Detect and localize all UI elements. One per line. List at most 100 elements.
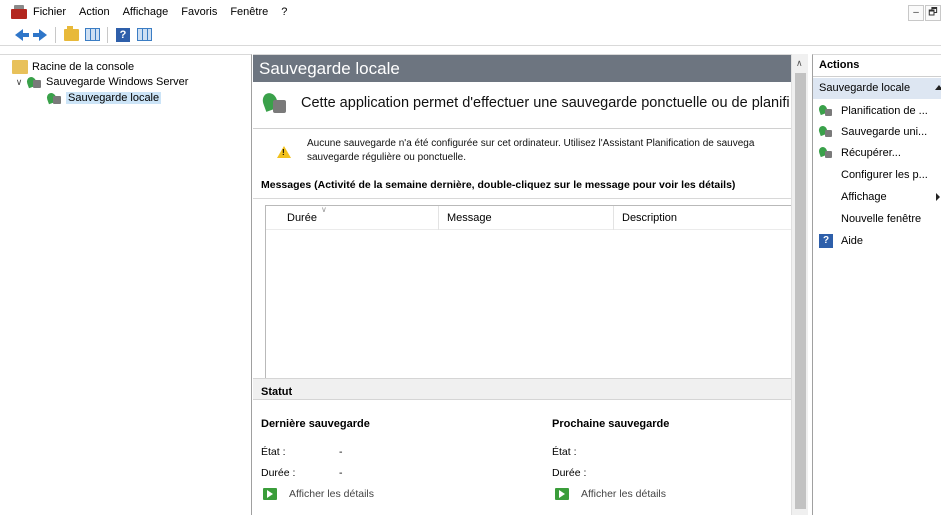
action-label: Affichage [841, 191, 887, 203]
warning-message: ! Aucune sauvegarde n'a été configurée s… [277, 138, 807, 168]
forward-button[interactable] [31, 26, 49, 44]
show-hide-action-pane-icon [136, 28, 152, 41]
submenu-arrow-icon [936, 193, 940, 201]
schedule-backup-icon [819, 104, 833, 118]
last-backup-view-details-link[interactable]: Afficher les détails [263, 488, 374, 500]
back-button[interactable] [10, 26, 29, 44]
column-resize-handle[interactable] [438, 206, 439, 230]
menu-action[interactable]: Action [79, 6, 110, 18]
status-section-title: Statut [261, 386, 293, 398]
tree-item-label: Racine de la console [32, 61, 135, 73]
restore-button[interactable]: 🗗 [925, 5, 941, 21]
folder-up-icon [63, 25, 79, 41]
menu-fichier[interactable]: Fichier [33, 6, 66, 18]
view-details-label: Afficher les détails [289, 488, 375, 500]
action-label: Planification de ... [841, 105, 928, 117]
column-header-duree[interactable]: Durée [287, 212, 317, 224]
last-backup-title: Dernière sauvegarde [261, 418, 370, 430]
tree-item-label: Sauvegarde Windows Server [46, 76, 189, 88]
windows-backup-icon [46, 91, 62, 105]
menu-bar: Fichier Action Affichage Favoris Fenêtre… [0, 0, 941, 24]
warning-icon: ! [277, 146, 291, 158]
action-configure-performance[interactable]: Configurer les p... [819, 167, 941, 183]
next-backup-state-label: État : [552, 446, 577, 458]
next-backup-panel: Prochaine sauvegarde État : Durée : Affi… [552, 413, 808, 513]
action-recover[interactable]: Récupérer... [819, 145, 941, 161]
folder-icon [12, 60, 28, 74]
next-backup-view-details-link[interactable]: Afficher les détails [555, 488, 666, 500]
status-section-band [253, 378, 808, 400]
messages-section-title: Messages (Activité de la semaine dernièr… [261, 179, 736, 191]
menu-favoris[interactable]: Favoris [181, 6, 217, 18]
windows-backup-icon [261, 90, 287, 116]
menu-affichage[interactable]: Affichage [123, 6, 169, 18]
chevron-down-icon[interactable]: ∨ [14, 77, 24, 88]
last-backup-state-label: État : [261, 446, 286, 458]
tree-item-label: Sauvegarde locale [66, 92, 162, 104]
column-resize-handle[interactable] [613, 206, 614, 230]
backup-once-icon [819, 125, 833, 139]
menu-help[interactable]: ? [281, 6, 287, 18]
actions-pane-title: Actions [813, 55, 941, 77]
tree-item-windows-server-backup[interactable]: ∨ Sauvegarde Windows Server [14, 74, 188, 90]
sort-indicator-icon: ∨ [321, 205, 327, 214]
action-help[interactable]: ? Aide [819, 233, 941, 249]
messages-table[interactable]: ∨ Durée Message Description [265, 205, 795, 383]
blank-icon [819, 212, 833, 226]
actions-group-label: Sauvegarde locale [819, 82, 911, 94]
mmc-app-icon[interactable] [11, 5, 27, 19]
toolbar: ? [0, 24, 941, 46]
action-schedule-backup[interactable]: Planification de ... [819, 103, 941, 119]
show-hide-tree-button[interactable] [83, 26, 101, 44]
action-view[interactable]: Affichage [819, 189, 941, 205]
menu-fenetre[interactable]: Fenêtre [230, 6, 268, 18]
help-button[interactable]: ? [114, 26, 132, 44]
action-label: Configurer les p... [841, 169, 928, 181]
minimize-button[interactable]: – [908, 5, 924, 21]
action-label: Sauvegarde uni... [841, 126, 928, 138]
forward-arrow-icon [33, 28, 47, 41]
action-label: Récupérer... [841, 147, 901, 159]
next-backup-duration-label: Durée : [552, 467, 587, 479]
scroll-up-arrow-icon[interactable]: ∧ [796, 58, 803, 69]
main-pane: Sauvegarde locale Cette application perm… [253, 54, 808, 515]
tree-item-local-backup[interactable]: Sauvegarde locale [46, 90, 162, 106]
go-arrow-icon [263, 488, 277, 500]
intro-banner: Cette application permet d'effectuer une… [261, 87, 801, 119]
action-backup-once[interactable]: Sauvegarde uni... [819, 124, 941, 140]
last-backup-state-value: - [339, 446, 343, 458]
action-label: Nouvelle fenêtre [841, 213, 922, 225]
show-hide-action-pane-button[interactable] [135, 26, 153, 44]
column-header-description[interactable]: Description [622, 212, 677, 224]
recover-icon [819, 146, 833, 160]
tree-item-console-root[interactable]: Racine de la console [12, 59, 134, 75]
view-details-label: Afficher les détails [581, 488, 667, 500]
actions-group-header[interactable]: Sauvegarde locale [813, 78, 941, 99]
collapse-icon[interactable] [935, 85, 941, 90]
intro-text: Cette application permet d'effectuer une… [301, 95, 790, 111]
last-backup-duration-value: - [339, 467, 343, 479]
table-header: ∨ Durée Message Description [266, 205, 794, 230]
action-new-window[interactable]: Nouvelle fenêtre [819, 211, 941, 227]
window-controls: – 🗗 [907, 5, 941, 21]
scrollbar-thumb[interactable] [795, 73, 806, 509]
go-arrow-icon [555, 488, 569, 500]
console-tree: Racine de la console ∨ Sauvegarde Window… [0, 54, 252, 515]
actions-pane: Actions Sauvegarde locale Planification … [812, 54, 941, 515]
vertical-scrollbar[interactable]: ∧ [791, 54, 808, 515]
help-icon: ? [819, 234, 833, 248]
up-one-level-button[interactable] [62, 25, 80, 44]
blank-icon [819, 168, 833, 182]
help-icon: ? [116, 27, 130, 42]
toolbar-separator [55, 26, 56, 43]
divider [253, 128, 808, 129]
windows-backup-icon [26, 75, 42, 89]
warning-line-2: sauvegarde régulière ou ponctuelle. [307, 152, 466, 163]
column-header-message[interactable]: Message [447, 212, 492, 224]
blank-icon [819, 190, 833, 204]
toolbar-separator [107, 26, 108, 43]
warning-line-1: Aucune sauvegarde n'a été configurée sur… [307, 138, 755, 149]
action-label: Aide [841, 235, 864, 247]
next-backup-title: Prochaine sauvegarde [552, 418, 670, 430]
back-arrow-icon [15, 28, 29, 41]
